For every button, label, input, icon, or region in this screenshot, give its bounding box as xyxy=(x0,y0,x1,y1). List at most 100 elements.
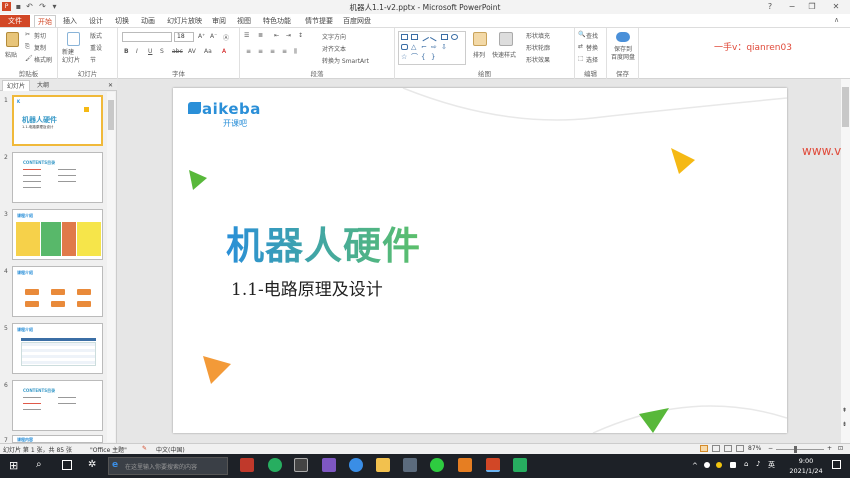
tab-storyboard[interactable]: 情节提要 xyxy=(302,15,336,27)
format-painter-button[interactable]: 格式刷 xyxy=(34,55,52,64)
normal-view-icon[interactable] xyxy=(700,445,708,452)
wechat-icon[interactable] xyxy=(430,458,444,472)
line-shape-icon[interactable] xyxy=(419,32,430,42)
justify-icon[interactable]: ≡ xyxy=(282,48,287,55)
zoom-in-icon[interactable]: + xyxy=(827,445,832,452)
close-button[interactable]: ✕ xyxy=(824,1,848,13)
new-slide-button[interactable]: 新建 幻灯片 xyxy=(62,49,80,65)
powerpoint-taskbar-icon[interactable] xyxy=(486,458,500,472)
slide-thumbnail-2[interactable]: CONTENTS目录 xyxy=(12,152,103,203)
visual-studio-icon[interactable] xyxy=(322,458,336,472)
taskbar-app-icon[interactable] xyxy=(403,458,417,472)
bullets-icon[interactable]: ☰ xyxy=(244,32,249,39)
windows-start-icon[interactable]: ⊞ xyxy=(9,460,18,471)
brace-close-shape-icon[interactable]: } xyxy=(431,54,438,61)
zoom-slider[interactable] xyxy=(776,449,824,450)
quick-styles-button[interactable]: 快速样式 xyxy=(492,50,516,59)
brace-shape-icon[interactable]: { xyxy=(421,54,428,61)
next-slide-icon[interactable]: ⇟ xyxy=(842,421,847,428)
elbow-shape-icon[interactable]: ⌐ xyxy=(421,44,428,51)
align-text-button[interactable]: 对齐文本 xyxy=(322,44,346,53)
taskbar-app-icon[interactable] xyxy=(349,458,363,472)
increase-indent-icon[interactable]: ⇥ xyxy=(286,32,291,39)
clear-format-icon[interactable]: Ⓐ xyxy=(223,33,229,42)
taskbar-app-icon[interactable] xyxy=(240,458,254,472)
arrow-down-shape-icon[interactable]: ⇩ xyxy=(441,44,448,51)
font-color-icon[interactable]: A xyxy=(222,48,226,55)
select-icon[interactable]: ⬚ xyxy=(578,55,584,62)
task-view-icon[interactable] xyxy=(62,460,72,470)
replace-icon[interactable]: ⇄ xyxy=(578,43,583,50)
shadow-icon[interactable]: S xyxy=(160,48,164,55)
columns-icon[interactable]: ⫼ xyxy=(294,48,297,56)
shape-fill-button[interactable]: 形状填充 xyxy=(526,31,550,40)
section-button[interactable]: 节 xyxy=(90,55,96,64)
clock-date[interactable]: 2021/1/24 xyxy=(784,467,828,475)
triangle-shape-icon[interactable]: △ xyxy=(411,44,418,51)
help-icon[interactable]: ? xyxy=(758,1,782,13)
strikethrough-icon[interactable]: abc xyxy=(172,48,183,55)
quick-styles-icon[interactable] xyxy=(499,32,513,46)
align-center-icon[interactable]: ≡ xyxy=(258,48,263,55)
close-pane-icon[interactable]: ✕ xyxy=(104,80,117,91)
paste-button[interactable]: 粘贴 xyxy=(5,50,17,59)
underline-icon[interactable]: U xyxy=(148,48,152,55)
tab-transitions[interactable]: 切换 xyxy=(112,15,132,27)
rounded-rect-icon[interactable] xyxy=(401,44,408,50)
taskbar-app-icon[interactable] xyxy=(294,458,308,472)
tab-design[interactable]: 设计 xyxy=(86,15,106,27)
textbox-shape-icon[interactable] xyxy=(411,34,418,40)
oval-shape-icon[interactable] xyxy=(451,34,458,40)
copy-button[interactable]: 复制 xyxy=(34,43,46,52)
slide-thumbnail-4[interactable]: 课程介绍 xyxy=(12,266,103,317)
brush-icon[interactable]: 🖌 xyxy=(25,55,33,62)
zoom-out-icon[interactable]: − xyxy=(768,445,773,452)
slide-thumbnail-1[interactable]: K 机器人硬件 1.1-电路原理及设计 xyxy=(12,95,103,146)
tab-slides[interactable]: 幻灯片 xyxy=(2,80,31,91)
copy-icon[interactable]: ⎘ xyxy=(25,43,30,51)
square-shape-icon[interactable] xyxy=(441,34,448,40)
change-case-icon[interactable]: Aa xyxy=(204,48,212,55)
tab-outline[interactable]: 大纲 xyxy=(33,80,53,91)
paste-icon[interactable] xyxy=(6,32,19,47)
restore-button[interactable]: ❐ xyxy=(800,1,824,13)
find-button[interactable]: 查找 xyxy=(586,31,598,40)
tab-review[interactable]: 审阅 xyxy=(209,15,229,27)
tab-features[interactable]: 特色功能 xyxy=(260,15,294,27)
taskbar-search-box[interactable]: e 在这里输入你要搜索的内容 xyxy=(108,457,228,475)
language[interactable]: 中文(中国) xyxy=(156,445,185,454)
shape-effects-button[interactable]: 形状效果 xyxy=(526,55,550,64)
bold-icon[interactable]: B xyxy=(124,48,129,55)
shape-outline-button[interactable]: 形状轮廓 xyxy=(526,43,550,52)
baidu-cloud-icon[interactable] xyxy=(616,32,630,42)
curve-shape-icon[interactable]: ⌒ xyxy=(411,54,418,61)
italic-icon[interactable]: I xyxy=(136,48,138,55)
app-icon-pinned[interactable]: ✲ xyxy=(88,459,96,470)
tab-view[interactable]: 视图 xyxy=(234,15,254,27)
numbering-icon[interactable]: ≣ xyxy=(258,32,263,39)
arrange-icon[interactable] xyxy=(473,32,487,46)
select-button[interactable]: 选择 xyxy=(586,55,598,64)
notification-icon[interactable] xyxy=(832,460,841,469)
volume-icon[interactable]: ♪ xyxy=(756,460,760,468)
shrink-font-icon[interactable]: A⁻ xyxy=(210,33,217,40)
tray-icon[interactable] xyxy=(716,462,722,468)
cut-button[interactable]: 剪切 xyxy=(34,31,46,40)
align-left-icon[interactable]: ≡ xyxy=(246,48,251,55)
tab-home[interactable]: 开始 xyxy=(34,15,56,27)
line2-shape-icon[interactable] xyxy=(429,32,440,42)
char-spacing-icon[interactable]: AV xyxy=(188,48,196,55)
pane-scrollbar[interactable] xyxy=(107,92,115,442)
font-name-box[interactable] xyxy=(122,32,172,42)
rect-shape-icon[interactable] xyxy=(401,34,408,40)
tab-slideshow[interactable]: 幻灯片放映 xyxy=(164,15,205,27)
tab-file[interactable]: 文件 xyxy=(0,15,30,27)
tray-icon[interactable] xyxy=(704,462,710,468)
zoom-slider-thumb[interactable] xyxy=(794,446,797,453)
zoom-level[interactable]: 87% xyxy=(748,445,761,452)
decrease-indent-icon[interactable]: ⇤ xyxy=(274,32,279,39)
prev-slide-icon[interactable]: ⇞ xyxy=(842,407,847,414)
tab-baidu-netdisk[interactable]: 百度网盘 xyxy=(340,15,374,27)
chrome-icon[interactable] xyxy=(268,458,282,472)
new-slide-icon[interactable] xyxy=(67,32,80,46)
